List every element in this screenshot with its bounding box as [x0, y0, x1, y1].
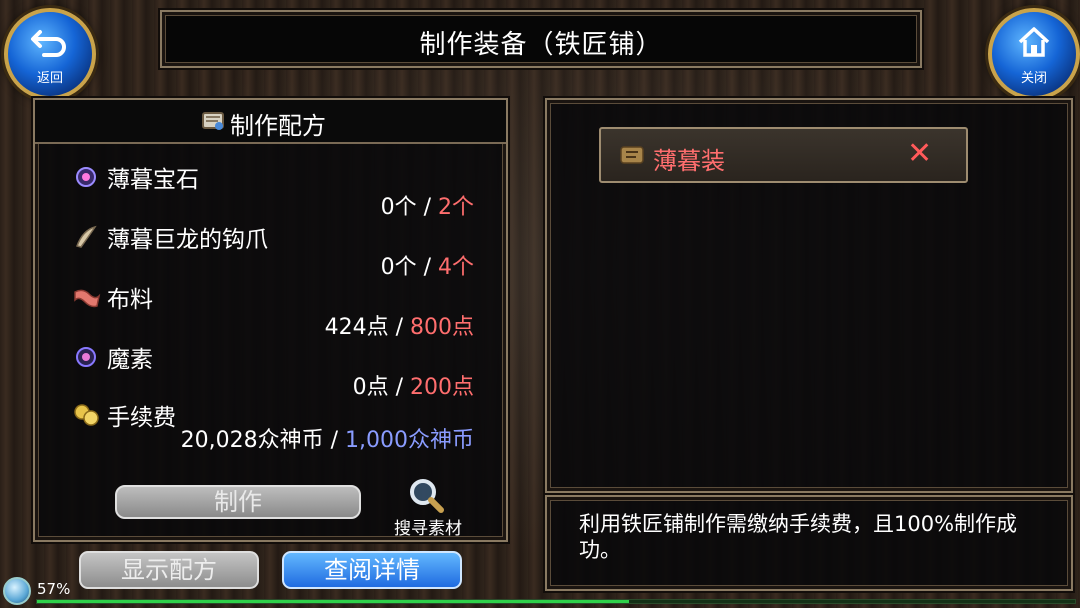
- title-bar: 制作装备（铁匠铺）: [160, 10, 922, 68]
- progress-bar: [36, 599, 1076, 604]
- status-percent: 57%: [37, 580, 71, 598]
- material-name: 魔素: [107, 347, 153, 373]
- make-button[interactable]: 制作: [115, 485, 361, 519]
- remove-item-icon[interactable]: ✕: [907, 139, 932, 169]
- recipe-title-bar: 制作配方: [35, 100, 506, 144]
- close-button[interactable]: 关闭: [988, 8, 1080, 100]
- progress-fill: [37, 600, 629, 603]
- gem-icon: [73, 164, 99, 190]
- material-row-gem: 薄暮宝石 0个 / 2个: [35, 158, 510, 220]
- mana-orb-icon: [73, 344, 99, 370]
- result-panel: 薄暮装 ✕: [545, 98, 1073, 493]
- cloth-icon: [73, 284, 101, 310]
- material-row-cloth: 布料 424点 / 800点: [35, 278, 510, 340]
- home-icon: [992, 26, 1076, 64]
- material-row-claw: 薄暮巨龙的钩爪 0个 / 4个: [35, 218, 510, 280]
- selected-item-name: 薄暮装: [653, 147, 725, 175]
- material-row-fee: 手续费 20,028众神币 / 1,000众神币: [35, 396, 510, 454]
- page-title: 制作装备（铁匠铺）: [419, 30, 663, 60]
- material-name: 布料: [107, 287, 153, 313]
- material-name: 手续费: [107, 405, 176, 431]
- back-label: 返回: [36, 71, 63, 86]
- material-name: 薄暮巨龙的钩爪: [107, 227, 268, 253]
- recipe-panel: 制作配方 薄暮宝石 0个 / 2个 薄暮巨龙的钩爪 0个 / 4个 布料 424…: [33, 98, 508, 542]
- description-text: 利用铁匠铺制作需缴纳手续费，且100%制作成功。: [579, 512, 1018, 562]
- material-row-mana: 魔素 0点 / 200点: [35, 338, 510, 400]
- status-orb-icon: [3, 577, 31, 605]
- recipe-title: 制作配方: [230, 112, 326, 140]
- material-name: 薄暮宝石: [107, 167, 199, 193]
- material-count: 0个 / 4个: [380, 255, 474, 280]
- description-panel: 利用铁匠铺制作需缴纳手续费，且100%制作成功。: [545, 495, 1073, 591]
- show-recipe-button[interactable]: 显示配方: [79, 551, 259, 589]
- claw-icon: [73, 224, 99, 250]
- selected-item-slot[interactable]: 薄暮装 ✕: [599, 127, 968, 183]
- view-details-button[interactable]: 查阅详情: [282, 551, 462, 589]
- material-count: 20,028众神币 / 1,000众神币: [180, 428, 474, 453]
- search-materials-label: 搜寻素材: [394, 519, 462, 539]
- material-count: 424点 / 800点: [324, 315, 474, 340]
- back-button[interactable]: 返回: [4, 8, 96, 100]
- return-arrow-icon: [8, 26, 92, 64]
- recipe-book-icon: [200, 107, 226, 133]
- material-count: 0个 / 2个: [380, 195, 474, 220]
- search-materials-button[interactable]: 搜寻素材: [383, 476, 473, 539]
- armor-icon: [619, 144, 645, 166]
- close-label: 关闭: [1020, 71, 1047, 86]
- coins-icon: [73, 402, 99, 428]
